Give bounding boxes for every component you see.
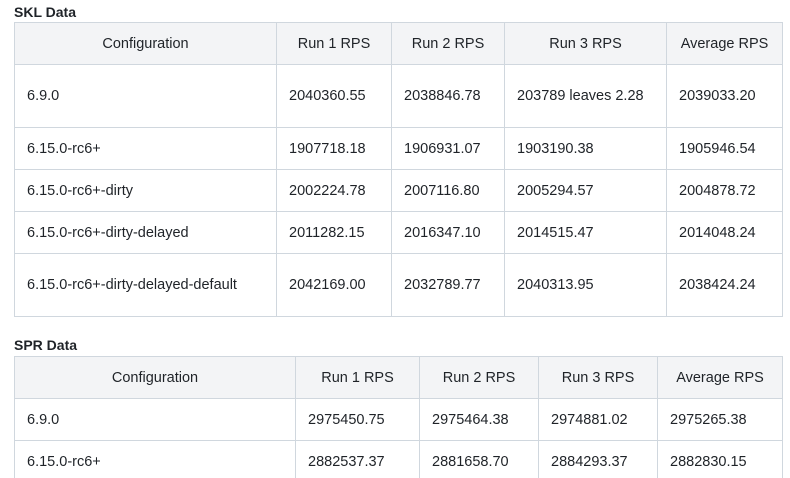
run1-cell: 2882537.37 (295, 440, 420, 478)
average-cell: 2882830.15 (657, 440, 783, 478)
spr-header-run1: Run 1 RPS (295, 356, 420, 399)
spr-table: Configuration Run 1 RPS Run 2 RPS Run 3 … (14, 356, 783, 478)
config-cell: 6.15.0-rc6+-dirty-delayed (14, 211, 277, 254)
table-row: 6.15.0-rc6+ 1907718.18 1906931.07 190319… (14, 127, 783, 170)
skl-header-configuration: Configuration (14, 22, 277, 65)
spr-header-run2: Run 2 RPS (419, 356, 539, 399)
run1-cell: 1907718.18 (276, 127, 392, 170)
run3-cell: 203789 leaves 2.28 (504, 64, 667, 128)
config-cell: 6.9.0 (14, 398, 296, 441)
average-cell: 2038424.24 (666, 253, 783, 317)
table-row: 6.15.0-rc6+-dirty-delayed 2011282.15 201… (14, 211, 783, 254)
run3-cell: 1903190.38 (504, 127, 667, 170)
config-cell: 6.15.0-rc6+ (14, 127, 277, 170)
run3-cell: 2974881.02 (538, 398, 658, 441)
run1-cell: 2975450.75 (295, 398, 420, 441)
config-cell: 6.15.0-rc6+ (14, 440, 296, 478)
average-cell: 2039033.20 (666, 64, 783, 128)
run3-cell: 2014515.47 (504, 211, 667, 254)
run3-cell: 2884293.37 (538, 440, 658, 478)
average-cell: 1905946.54 (666, 127, 783, 170)
table-row: 6.9.0 2975450.75 2975464.38 2974881.02 2… (14, 398, 783, 441)
table-row: 6.15.0-rc6+ 2882537.37 2881658.70 288429… (14, 440, 783, 478)
spr-header-average: Average RPS (657, 356, 783, 399)
spr-header-row: Configuration Run 1 RPS Run 2 RPS Run 3 … (14, 356, 783, 399)
table-row: 6.9.0 2040360.55 2038846.78 203789 leave… (14, 64, 783, 128)
run2-cell: 2032789.77 (391, 253, 505, 317)
skl-header-run1: Run 1 RPS (276, 22, 392, 65)
table-row: 6.15.0-rc6+-dirty 2002224.78 2007116.80 … (14, 169, 783, 212)
run2-cell: 2975464.38 (419, 398, 539, 441)
page: SKL Data Configuration Run 1 RPS Run 2 R… (0, 0, 790, 478)
run2-cell: 2038846.78 (391, 64, 505, 128)
skl-section-title: SKL Data (14, 4, 76, 20)
config-cell: 6.15.0-rc6+-dirty (14, 169, 277, 212)
skl-header-row: Configuration Run 1 RPS Run 2 RPS Run 3 … (14, 22, 783, 65)
run3-cell: 2005294.57 (504, 169, 667, 212)
run2-cell: 1906931.07 (391, 127, 505, 170)
average-cell: 2004878.72 (666, 169, 783, 212)
run2-cell: 2007116.80 (391, 169, 505, 212)
run1-cell: 2011282.15 (276, 211, 392, 254)
average-cell: 2014048.24 (666, 211, 783, 254)
skl-header-run2: Run 2 RPS (391, 22, 505, 65)
spr-header-configuration: Configuration (14, 356, 296, 399)
skl-table: Configuration Run 1 RPS Run 2 RPS Run 3 … (14, 22, 783, 317)
spr-section-title: SPR Data (14, 337, 78, 353)
table-row: 6.15.0-rc6+-dirty-delayed-default 204216… (14, 253, 783, 317)
skl-header-average: Average RPS (666, 22, 783, 65)
run2-cell: 2016347.10 (391, 211, 505, 254)
config-cell: 6.9.0 (14, 64, 277, 128)
run1-cell: 2042169.00 (276, 253, 392, 317)
average-cell: 2975265.38 (657, 398, 783, 441)
skl-header-run3: Run 3 RPS (504, 22, 667, 65)
run1-cell: 2002224.78 (276, 169, 392, 212)
config-cell: 6.15.0-rc6+-dirty-delayed-default (14, 253, 277, 317)
spr-header-run3: Run 3 RPS (538, 356, 658, 399)
run1-cell: 2040360.55 (276, 64, 392, 128)
run2-cell: 2881658.70 (419, 440, 539, 478)
run3-cell: 2040313.95 (504, 253, 667, 317)
